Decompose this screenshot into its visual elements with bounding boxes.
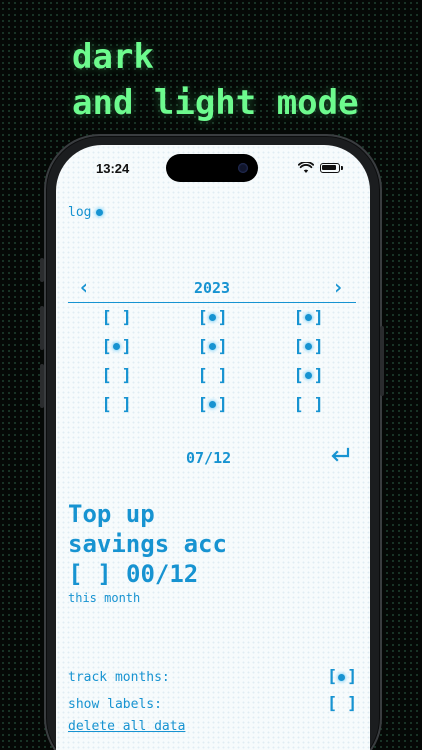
log-label: log [68,205,92,220]
month-checkbox-12[interactable]: [] [260,390,356,419]
month-checkbox-6[interactable]: [] [260,332,356,361]
track-months-label: track months: [68,669,170,685]
goal-status: [] 00/12 [68,560,198,588]
setting-track-months: track months: [] [68,667,357,687]
promo-line-2: and light mode [72,83,359,123]
month-checkbox-grid: [][][][][][][][][][][][] [68,303,356,419]
month-checkbox-9[interactable]: [] [260,361,356,390]
selected-date: 07/12 [186,449,232,467]
goal-title: Top up savings acc [68,499,227,559]
month-checkbox-4[interactable]: [] [68,332,164,361]
month-checkbox-1[interactable]: [] [68,303,164,332]
side-button-power [380,326,384,396]
month-checkbox-5[interactable]: [] [164,332,260,361]
phone-screen: 13:24 log ‹ 2023 › [][][][][][][][][][][… [56,145,370,750]
chevron-right-icon[interactable]: › [332,275,344,299]
side-button-volume-down [40,364,44,408]
month-checkbox-10[interactable]: [] [68,390,164,419]
goal-title-line-2: savings acc [68,530,227,558]
app-content: log ‹ 2023 › [][][][][][][][][][][][] 07… [56,145,370,750]
goal-title-line-1: Top up [68,500,155,528]
side-button-volume-up [40,306,44,350]
setting-show-labels: show labels: [] [68,694,357,714]
delete-all-data-link[interactable]: delete all data [68,719,185,734]
year-label: 2023 [193,279,231,297]
month-checkbox-11[interactable]: [] [164,390,260,419]
side-button-mute [40,258,44,282]
goal-period: this month [68,591,141,605]
track-months-checkbox[interactable]: [] [327,667,357,687]
month-checkbox-3[interactable]: [] [260,303,356,332]
show-labels-label: show labels: [68,696,162,712]
log-indicator-dot [96,209,104,216]
promo-line-1: dark [72,37,154,77]
month-checkbox-8[interactable]: [] [164,361,260,390]
month-checkbox-7[interactable]: [] [68,361,164,390]
year-navigator: ‹ 2023 › [68,273,356,303]
month-checkbox-2[interactable]: [] [164,303,260,332]
goal-checkbox[interactable]: [] [68,560,112,588]
log-button[interactable]: log [68,205,104,220]
promo-headline: dark and light mode [72,34,359,126]
show-labels-checkbox[interactable]: [] [327,694,357,714]
goal-progress: 00/12 [126,560,199,588]
return-arrow-icon[interactable] [329,447,351,465]
